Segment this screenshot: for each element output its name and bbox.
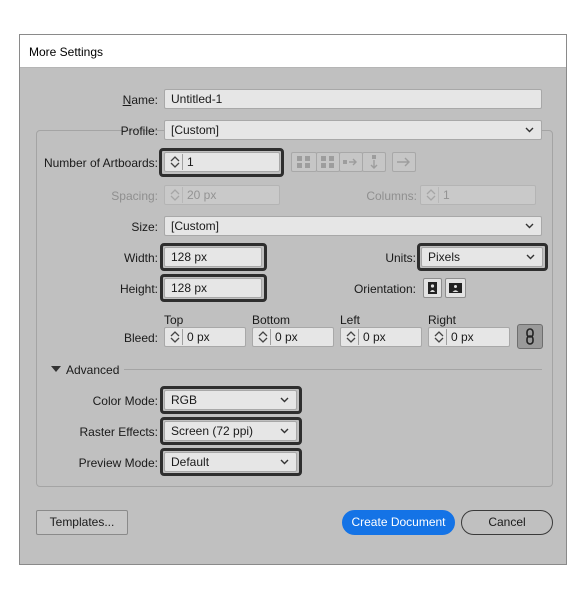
chevron-down-icon — [280, 428, 289, 434]
bleed-left-value: 0 px — [363, 330, 386, 344]
bleed-top-input[interactable]: 0 px — [164, 327, 246, 347]
chevron-down-icon — [280, 397, 289, 403]
preview-mode-select[interactable]: Default — [164, 452, 297, 472]
raster-effects-label: Raster Effects: — [79, 425, 158, 439]
stepper-icon[interactable] — [169, 188, 181, 202]
preview-mode-label: Preview Mode: — [78, 456, 158, 470]
link-bleed-icon[interactable] — [517, 324, 543, 349]
arrange-by-row-icon[interactable] — [339, 152, 363, 172]
stepper-icon[interactable] — [433, 330, 445, 344]
advanced-toggle[interactable]: Advanced — [66, 363, 119, 377]
size-label: Size: — [131, 220, 158, 234]
portrait-orientation-icon[interactable] — [423, 278, 442, 298]
templates-button[interactable]: Templates... — [36, 510, 128, 535]
stepper-divider — [358, 329, 359, 345]
stepper-divider — [182, 187, 183, 203]
bleed-right-value: 0 px — [451, 330, 474, 344]
artboards-input[interactable]: 1 — [164, 152, 280, 172]
orientation-label: Orientation: — [353, 282, 416, 296]
size-select[interactable]: [Custom] — [164, 216, 542, 236]
bleed-top-value: 0 px — [187, 330, 210, 344]
stepper-icon[interactable] — [345, 330, 357, 344]
right-to-left-layout-icon[interactable] — [392, 152, 416, 172]
bleed-right-header: Right — [428, 313, 457, 327]
color-mode-value: RGB — [171, 393, 198, 407]
chevron-down-icon — [526, 254, 535, 260]
spacing-value: 20 px — [187, 188, 217, 202]
artboards-label: Number of Artboards: — [43, 156, 158, 170]
arrange-by-column-icon[interactable] — [362, 152, 386, 172]
color-mode-label: Color Mode: — [92, 394, 158, 408]
stepper-icon[interactable] — [425, 188, 437, 202]
stepper-divider — [182, 154, 183, 170]
columns-input[interactable]: 1 — [420, 185, 536, 205]
stepper-icon[interactable] — [257, 330, 269, 344]
columns-label: Columns: — [366, 189, 417, 203]
profile-value: [Custom] — [171, 123, 220, 137]
size-value: [Custom] — [171, 219, 220, 233]
stepper-divider — [446, 329, 447, 345]
grid-by-row-icon[interactable] — [291, 152, 317, 172]
stepper-divider — [270, 329, 271, 345]
units-label: Units: — [385, 251, 416, 265]
bleed-bottom-input[interactable]: 0 px — [252, 327, 334, 347]
preview-mode-value: Default — [171, 455, 210, 469]
spacing-input[interactable]: 20 px — [164, 185, 280, 205]
advanced-divider — [124, 369, 542, 370]
height-input[interactable]: 128 px — [164, 278, 262, 298]
bleed-right-input[interactable]: 0 px — [428, 327, 510, 347]
spacing-label: Spacing: — [111, 189, 158, 203]
artboards-value: 1 — [187, 155, 194, 169]
bleed-label: Bleed: — [123, 331, 158, 345]
bleed-top-header: Top — [164, 313, 184, 327]
units-value: Pixels — [428, 250, 461, 264]
more-settings-dialog: More Settings Name: Untitled-1 Profile: … — [19, 34, 567, 565]
bleed-bottom-header: Bottom — [252, 313, 291, 327]
grid-by-column-icon[interactable] — [316, 152, 340, 172]
triangle-down-icon[interactable] — [51, 365, 61, 373]
title-bar: More Settings — [20, 35, 566, 68]
stepper-divider — [182, 329, 183, 345]
profile-select[interactable]: [Custom] — [164, 120, 542, 140]
bleed-bottom-value: 0 px — [275, 330, 298, 344]
raster-effects-select[interactable]: Screen (72 ppi) — [164, 421, 297, 441]
units-select[interactable]: Pixels — [421, 247, 543, 267]
chevron-down-icon — [280, 459, 289, 465]
stepper-divider — [438, 187, 439, 203]
name-label: Name: — [122, 93, 158, 107]
stepper-icon[interactable] — [169, 330, 181, 344]
chevron-down-icon — [525, 127, 534, 133]
stepper-icon[interactable] — [169, 155, 181, 169]
bleed-left-input[interactable]: 0 px — [340, 327, 422, 347]
raster-effects-value: Screen (72 ppi) — [171, 424, 254, 438]
bleed-left-header: Left — [340, 313, 361, 327]
profile-label: Profile: — [120, 124, 158, 138]
width-input[interactable]: 128 px — [164, 247, 262, 267]
landscape-orientation-icon[interactable] — [445, 278, 466, 298]
create-document-button[interactable]: Create Document — [342, 510, 455, 535]
color-mode-select[interactable]: RGB — [164, 390, 297, 410]
cancel-button[interactable]: Cancel — [461, 510, 553, 535]
columns-value: 1 — [443, 188, 450, 202]
height-label: Height: — [119, 282, 158, 296]
chevron-down-icon — [525, 223, 534, 229]
width-label: Width: — [123, 251, 158, 265]
name-input[interactable]: Untitled-1 — [164, 89, 542, 109]
dialog-title: More Settings — [29, 45, 104, 59]
